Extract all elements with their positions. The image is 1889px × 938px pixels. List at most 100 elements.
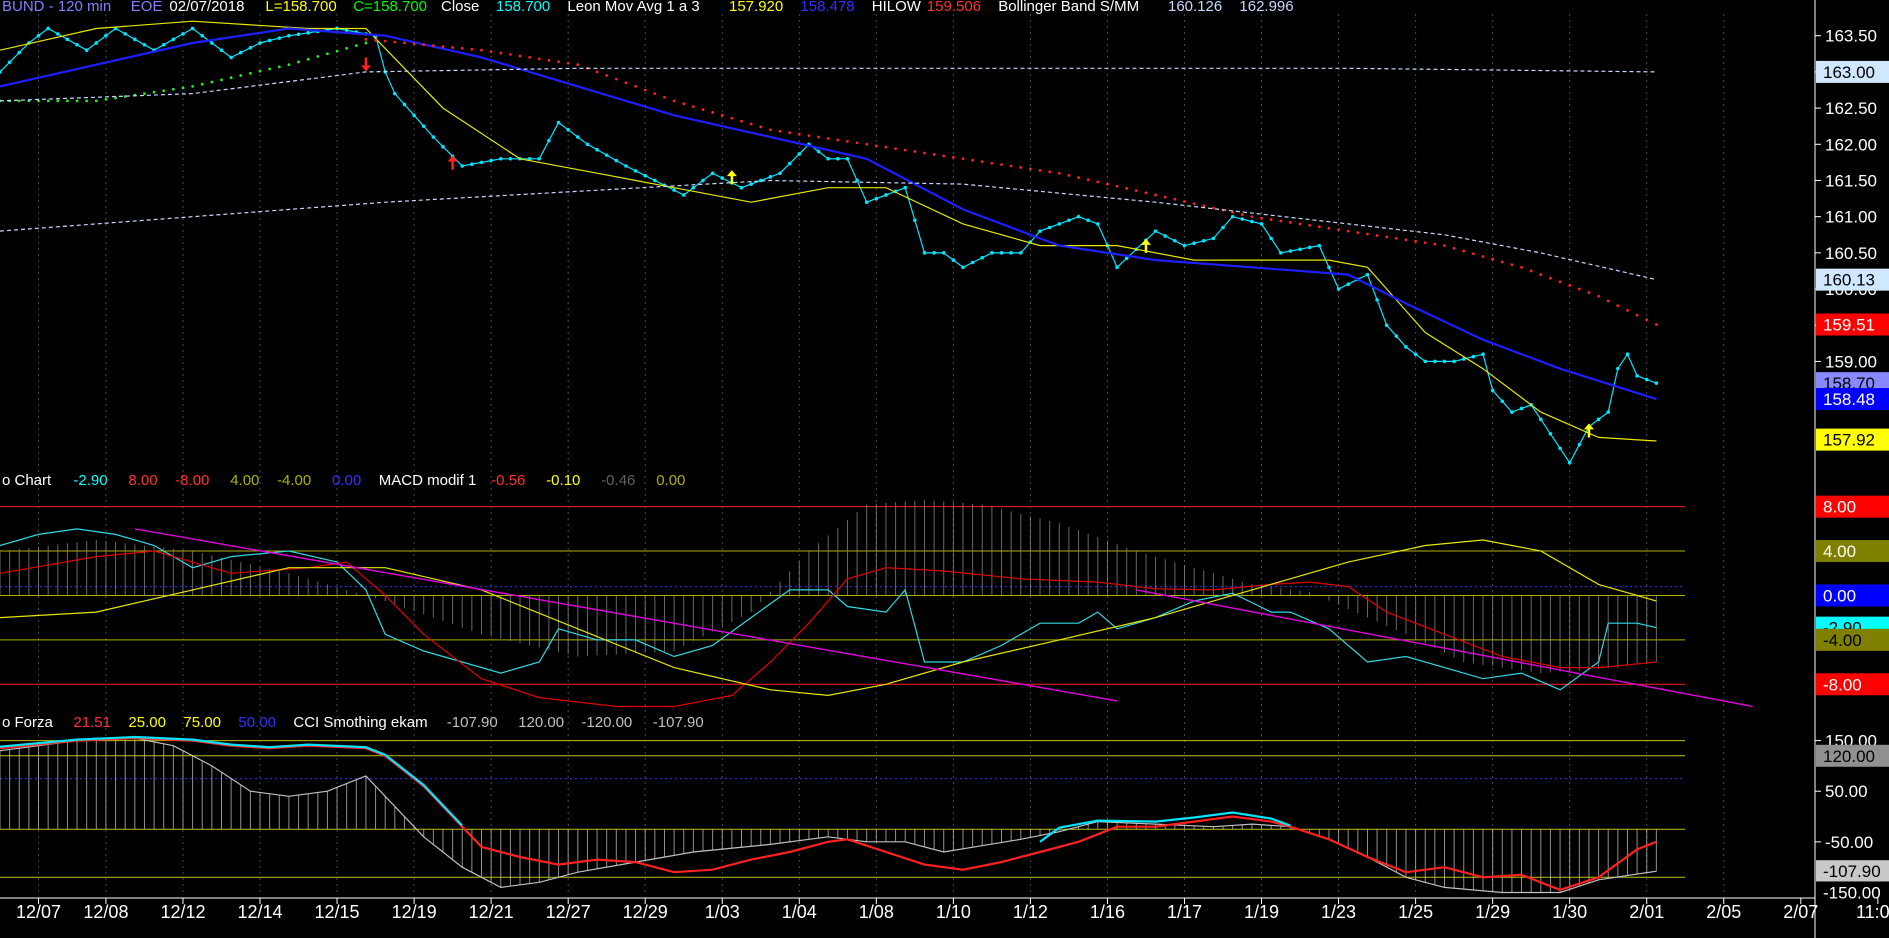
hilow-dot [903, 148, 907, 152]
close-point [1375, 298, 1379, 302]
header-item: -0.56 [491, 472, 525, 489]
close-point [1067, 218, 1071, 223]
hilow_prior-dot [229, 76, 233, 80]
close-point [681, 193, 686, 197]
time-tick-label: 12/15 [315, 902, 360, 922]
hilow-dot [1616, 304, 1620, 308]
close-point [229, 55, 233, 60]
hilow-dot [634, 84, 637, 88]
hilow-dot [836, 138, 840, 142]
close-point [1009, 251, 1013, 255]
value-tag-label: -4.00 [1823, 631, 1862, 650]
hilow-dot [663, 95, 666, 99]
hilow-dot [1134, 189, 1138, 193]
header-item: o Forza [2, 714, 54, 731]
hilow-dot [1366, 232, 1369, 236]
close-point [941, 251, 946, 255]
close-point [787, 161, 792, 166]
close-point [277, 36, 282, 40]
hilow-dot [846, 139, 849, 143]
header-item: L=158.700 [265, 0, 336, 15]
hilow-dot [547, 58, 551, 62]
close-point [1201, 238, 1206, 243]
close-point [161, 42, 166, 47]
hilow-dot [971, 158, 975, 162]
hilow-dot [1539, 273, 1543, 276]
hilow_prior-dot [258, 69, 262, 73]
close-point [1096, 222, 1100, 226]
hilow-dot [1626, 309, 1629, 312]
hilow-dot [1048, 170, 1052, 174]
header-item: -2.90 [73, 472, 107, 489]
value-tag-label: -150.00 [1823, 883, 1881, 902]
close-point [1230, 214, 1235, 219]
hilow-dot [403, 41, 406, 45]
close-point [701, 178, 705, 183]
header-item: 0.00 [332, 472, 361, 489]
close-point [171, 37, 176, 42]
hilow-dot [797, 132, 801, 136]
value-tag-label: 4.00 [1823, 542, 1856, 561]
close-point [633, 169, 638, 173]
header-item: Close [441, 0, 479, 15]
close-point [489, 158, 493, 163]
time-tick-label: 1/04 [782, 902, 817, 922]
hilow_prior-dot [364, 41, 368, 45]
hilow_prior-dot [268, 67, 272, 71]
hilow-dot [576, 63, 580, 67]
hilow-dot [441, 45, 445, 48]
close-point [470, 162, 474, 166]
hilow-dot [1635, 313, 1639, 317]
hilow-dot [1173, 197, 1177, 201]
time-tick-label: 1/30 [1552, 902, 1587, 922]
time-tick-label: 12/08 [83, 902, 128, 922]
close-point [903, 185, 908, 190]
hilow-dot [1308, 223, 1312, 227]
hilow_prior-dot [239, 74, 243, 77]
close-point [1471, 354, 1476, 359]
close-point [1250, 219, 1254, 224]
hilow-dot [1549, 276, 1552, 280]
close-point [1510, 410, 1514, 414]
close-point [970, 260, 975, 265]
chart-background [0, 0, 1889, 938]
hilow-dot [1443, 244, 1446, 248]
header-item: 160.126 [1168, 0, 1222, 15]
close-point [913, 218, 917, 223]
hilow_prior-dot [248, 71, 252, 75]
close-point [604, 153, 609, 157]
time-tick-label: 2/01 [1629, 902, 1664, 922]
close-point [595, 147, 599, 152]
time-tick-label: 12/21 [469, 902, 514, 922]
hilow-dot [460, 46, 464, 50]
hilow-dot [605, 74, 609, 77]
hilow-dot [364, 37, 368, 41]
close-point [1365, 272, 1370, 277]
close-point [1452, 359, 1456, 364]
hilow_prior-dot [354, 44, 358, 48]
trading-chart[interactable]: 159.00159.50160.00160.50161.00161.50162.… [0, 0, 1889, 938]
hilow_prior-dot [297, 60, 300, 64]
close-point [749, 182, 753, 186]
close-point [1173, 238, 1177, 243]
hilow-dot [1183, 200, 1186, 203]
hilow-dot [807, 134, 811, 138]
hilow-dot [1125, 187, 1129, 190]
header-item: -8.00 [175, 472, 209, 489]
close-point [1606, 410, 1611, 414]
time-tick-label: 1/25 [1398, 902, 1433, 922]
axis-tick-label: 162.00 [1825, 135, 1877, 154]
hilow-dot [749, 122, 753, 126]
price-header: BUND - 120 min EOE 02/07/2018 L=158.700 C=15… [2, 0, 1294, 15]
hilow_prior-dot [191, 84, 195, 88]
close-point [1115, 265, 1119, 270]
close-point [1394, 334, 1399, 338]
hilow_prior-dot [171, 87, 175, 91]
axis-tick-label: 50.00 [1825, 782, 1868, 801]
hilow-dot [1558, 280, 1562, 284]
time-tick-label: 1/12 [1013, 902, 1048, 922]
hilow-dot [480, 48, 483, 52]
close-point [739, 185, 744, 190]
header-item: -0.10 [546, 472, 580, 489]
hilow-dot [1038, 168, 1042, 172]
